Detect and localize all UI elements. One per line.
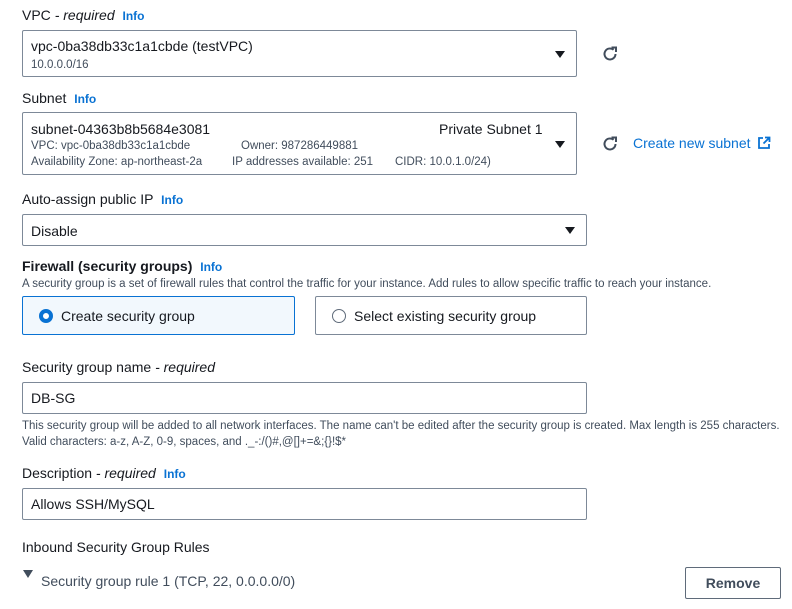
radio-unselected-icon[interactable]: [332, 309, 346, 323]
vpc-select-value: vpc-0ba38db33c1a1cbde (testVPC): [31, 38, 253, 54]
subnet-label: Subnet Info: [22, 90, 97, 106]
subnet-detail-owner: Owner: 987286449881: [241, 140, 359, 152]
subnet-detail-az: Availability Zone: ap-northeast-2a: [31, 156, 203, 168]
subnet-name: Private Subnet 1: [439, 121, 543, 137]
description-info-link[interactable]: Info: [164, 467, 186, 481]
chevron-down-icon: [555, 51, 565, 58]
auto-assign-info-link[interactable]: Info: [161, 193, 183, 207]
auto-assign-ip-label: Auto-assign public IP Info: [22, 191, 184, 207]
subnet-select[interactable]: subnet-04363b8b5684e3081 Private Subnet …: [22, 112, 577, 175]
vpc-select[interactable]: vpc-0ba38db33c1a1cbde (testVPC) 10.0.0.0…: [22, 30, 577, 77]
select-existing-security-group-option[interactable]: Select existing security group: [315, 296, 587, 335]
security-group-name-hint: This security group will be added to all…: [22, 420, 780, 448]
description-input[interactable]: [22, 488, 587, 520]
firewall-description: A security group is a set of firewall ru…: [22, 278, 712, 290]
create-new-subnet-link[interactable]: Create new subnet: [633, 135, 771, 151]
auto-assign-ip-select[interactable]: Disable: [22, 214, 587, 246]
chevron-down-icon: [555, 141, 565, 148]
radio-selected-icon[interactable]: [39, 309, 53, 323]
refresh-icon[interactable]: [600, 44, 620, 64]
remove-rule-button[interactable]: Remove: [685, 567, 781, 599]
inbound-rules-heading: Inbound Security Group Rules: [22, 539, 210, 555]
description-label: Description - required Info: [22, 465, 186, 481]
inbound-rule-1-toggle[interactable]: Security group rule 1 (TCP, 22, 0.0.0.0/…: [41, 573, 295, 589]
firewall-label: Firewall (security groups) Info: [22, 258, 223, 274]
vpc-info-link[interactable]: Info: [123, 9, 145, 23]
subnet-detail-ips: IP addresses available: 251: [232, 156, 374, 168]
security-group-name-input[interactable]: [22, 382, 587, 414]
external-link-icon: [757, 136, 770, 149]
subnet-info-link[interactable]: Info: [74, 92, 96, 106]
auto-assign-ip-value: Disable: [31, 223, 78, 239]
caret-down-icon[interactable]: [23, 570, 33, 578]
security-group-name-label: Security group name - required: [22, 359, 215, 375]
create-security-group-option[interactable]: Create security group: [22, 296, 295, 335]
chevron-down-icon: [565, 227, 575, 234]
subnet-detail-vpc: VPC: vpc-0ba38db33c1a1cbde: [31, 140, 191, 152]
subnet-detail-cidr: CIDR: 10.0.1.0/24): [395, 156, 491, 168]
vpc-cidr: 10.0.0.0/16: [31, 59, 89, 71]
firewall-info-link[interactable]: Info: [200, 260, 222, 274]
refresh-icon[interactable]: [600, 134, 620, 154]
vpc-label: VPC - required Info: [22, 7, 145, 23]
subnet-select-value: subnet-04363b8b5684e3081: [31, 121, 211, 137]
